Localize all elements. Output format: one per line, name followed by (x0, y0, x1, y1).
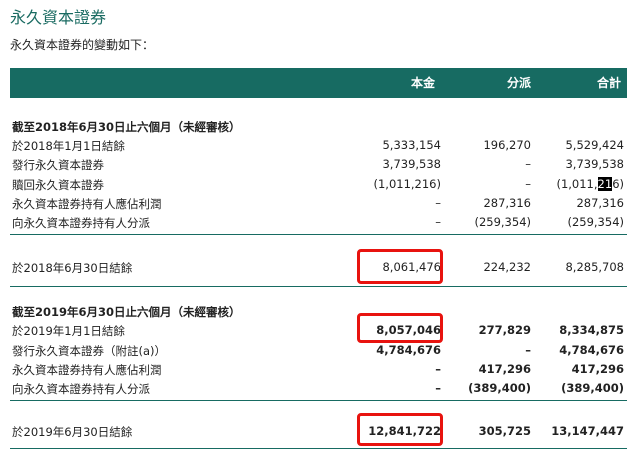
highlight-box (357, 249, 443, 284)
highlight-box (357, 413, 443, 446)
table-rule (10, 234, 627, 235)
table-rule (10, 448, 627, 449)
closing-balance-row: 於2018年6月30日結餘 8,061,476 224,232 8,285,70… (12, 260, 624, 275)
table-row: 於2019年1月1日結餘 8,057,046 277,829 8,334,875 (12, 323, 624, 338)
period-heading: 截至2018年6月30日止六個月（未經審核） (12, 120, 241, 134)
table-row: 發行永久資本證券 3,739,538 – 3,739,538 (12, 157, 624, 172)
table-row: 向永久資本證券持有人分派 – (389,400) (389,400) (12, 381, 624, 396)
closing-balance-row: 於2019年6月30日結餘 12,841,722 305,725 13,147,… (12, 424, 624, 439)
table-rule (10, 286, 627, 287)
column-header-principal: 本金 (410, 76, 435, 90)
table-row: 發行永久資本證券（附註(a)） 4,784,676 – 4,784,676 (12, 343, 624, 358)
highlight-box (357, 313, 443, 343)
table-row: 永久資本證券持有人應佔利潤 – 417,296 417,296 (12, 362, 624, 377)
selected-total-cell[interactable]: (1,011,216) (556, 177, 624, 191)
period-heading: 截至2019年6月30日止六個月（未經審核） (12, 305, 241, 319)
text-selection: 21 (597, 177, 613, 191)
section-subtitle: 永久資本證券的變動如下： (10, 38, 155, 52)
section-title: 永久資本證券 (10, 8, 107, 27)
table-row: 贖回永久資本證券 (1,011,216) – (1,011,216) (12, 177, 624, 192)
column-header-distribution: 分派 (506, 76, 531, 90)
table-row: 向永久資本證券持有人分派 – (259,354) (259,354) (12, 215, 624, 230)
table-rule (10, 400, 627, 401)
table-header: 本金 分派 合計 (10, 68, 627, 98)
table-row: 於2018年1月1日結餘 5,333,154 196,270 5,529,424 (12, 138, 624, 153)
column-header-total: 合計 (596, 76, 621, 90)
table-row: 永久資本證券持有人應佔利潤 – 287,316 287,316 (12, 196, 624, 211)
